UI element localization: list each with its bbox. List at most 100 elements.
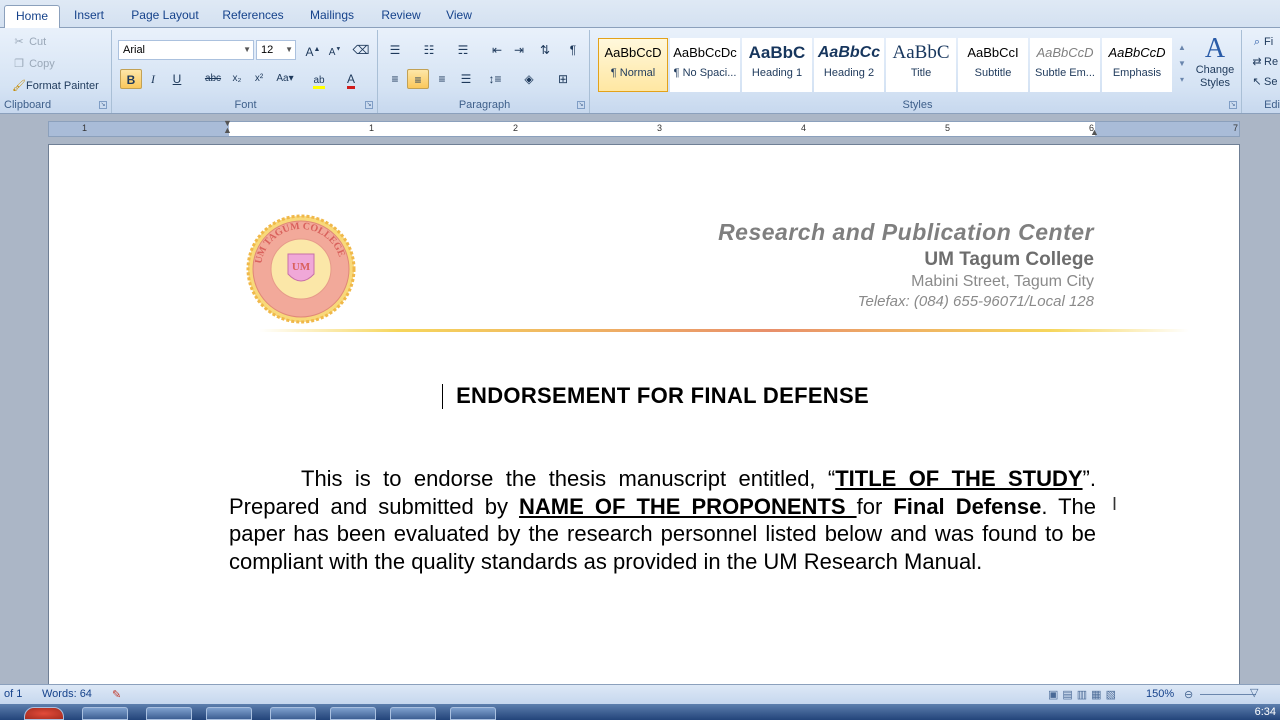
college-seal-logo: UM TAGUM COLLEGE UM bbox=[246, 214, 356, 324]
styles-scroll-button[interactable]: ▲ ▼ ▾ bbox=[1176, 40, 1188, 90]
header-center-name: Research and Publication Center bbox=[718, 219, 1094, 245]
tab-view[interactable]: View bbox=[440, 5, 478, 28]
taskbar-clock[interactable]: 6:34 bbox=[1255, 706, 1276, 718]
chevron-down-icon: ▼ bbox=[243, 45, 251, 54]
format-painter-button[interactable]: 🖌Format Painter bbox=[12, 79, 99, 93]
header-divider bbox=[259, 329, 1189, 332]
zoom-out-icon[interactable]: ⊖ bbox=[1184, 688, 1193, 701]
justify-button[interactable]: ☰ bbox=[455, 69, 477, 89]
copy-button[interactable]: ❐ Copy bbox=[12, 57, 55, 71]
header-college-name: UM Tagum College bbox=[924, 249, 1094, 270]
right-indent-marker[interactable]: ▲ bbox=[1090, 127, 1099, 137]
word-taskbar-icon[interactable] bbox=[330, 707, 376, 720]
tab-insert[interactable]: Insert bbox=[66, 5, 112, 28]
tab-page-layout[interactable]: Page Layout bbox=[126, 5, 204, 28]
status-bar: of 1 Words: 64 ✎ ▣▤▥▦▧ 150% ⊖ ▽ bbox=[0, 684, 1280, 704]
align-center-button[interactable]: ≡ bbox=[407, 69, 429, 89]
zoom-slider-thumb[interactable]: ▽ bbox=[1250, 686, 1258, 699]
ribbon: ✂ Cut ❐ Copy 🖌Format Painter Clipboard ↘… bbox=[0, 28, 1280, 114]
sort-icon: ⇅ bbox=[539, 43, 551, 57]
windows-taskbar: 6:34 bbox=[0, 704, 1280, 720]
zoom-level[interactable]: 150% bbox=[1146, 688, 1174, 700]
strikethrough-button[interactable]: abc bbox=[202, 69, 224, 89]
increase-indent-button[interactable]: ⇥ bbox=[508, 40, 530, 60]
word-count[interactable]: Words: 64 bbox=[42, 688, 92, 700]
highlight-button[interactable]: ab bbox=[308, 69, 330, 89]
style-emphasis[interactable]: AaBbCcD Emphasis bbox=[1102, 38, 1172, 92]
pilcrow-icon: ¶ bbox=[569, 43, 577, 57]
tab-review[interactable]: Review bbox=[376, 5, 426, 28]
style-heading-2[interactable]: AaBbCc Heading 2 bbox=[814, 38, 884, 92]
excel-taskbar-icon[interactable] bbox=[270, 707, 316, 720]
shrink-font-button[interactable]: A▼ bbox=[324, 40, 346, 60]
show-formatting-button[interactable]: ¶ bbox=[562, 40, 584, 60]
horizontal-ruler[interactable]: 1 1 2 3 4 5 6 7 ▼ ▲ ▲ bbox=[0, 118, 1280, 140]
line-spacing-button[interactable]: ↕≡ bbox=[484, 69, 506, 89]
replace-icon: ⇄ bbox=[1252, 56, 1262, 68]
ie-taskbar-icon[interactable] bbox=[146, 707, 192, 720]
paragraph-launcher-button[interactable]: ↘ bbox=[577, 101, 585, 109]
numbering-button[interactable]: ☷ bbox=[418, 40, 440, 60]
subscript-button[interactable]: x₂ bbox=[226, 69, 248, 89]
decrease-indent-button[interactable]: ⇤ bbox=[486, 40, 508, 60]
first-line-indent-marker[interactable]: ▼ ▲ bbox=[223, 119, 232, 135]
multilevel-list-button[interactable]: ☴ bbox=[452, 40, 474, 60]
subscript-icon: x₂ bbox=[232, 73, 242, 84]
style-heading-1[interactable]: AaBbC Heading 1 bbox=[742, 38, 812, 92]
clipboard-launcher-button[interactable]: ↘ bbox=[99, 101, 107, 109]
font-color-button[interactable]: A bbox=[340, 69, 362, 89]
change-styles-button[interactable]: A Change Styles bbox=[1192, 34, 1238, 90]
shading-button[interactable]: ◈ bbox=[518, 69, 540, 89]
tab-home[interactable]: Home bbox=[4, 5, 60, 29]
grow-font-icon: A▲ bbox=[305, 45, 321, 59]
sort-button[interactable]: ⇅ bbox=[534, 40, 556, 60]
styles-label: Styles bbox=[902, 99, 933, 111]
bold-icon: B bbox=[126, 73, 136, 87]
zoom-slider[interactable] bbox=[1200, 694, 1256, 695]
binoculars-icon: ⌕ bbox=[1253, 36, 1261, 48]
underline-button[interactable]: U bbox=[166, 69, 188, 89]
ibeam-cursor-icon: I bbox=[1112, 494, 1118, 514]
font-launcher-button[interactable]: ↘ bbox=[365, 101, 373, 109]
view-buttons[interactable]: ▣▤▥▦▧ bbox=[1048, 688, 1120, 701]
grow-font-button[interactable]: A▲ bbox=[302, 40, 324, 60]
bold-button[interactable]: B bbox=[120, 69, 142, 89]
proofing-icon[interactable]: ✎ bbox=[112, 688, 121, 701]
bullets-button[interactable]: ☰ bbox=[384, 40, 406, 60]
change-case-button[interactable]: Aa▾ bbox=[274, 69, 296, 89]
clear-formatting-button[interactable]: ⌫ bbox=[350, 40, 372, 60]
study-title-placeholder: TITLE OF THE STUDY bbox=[835, 466, 1083, 491]
recorder-taskbar-icon[interactable] bbox=[390, 707, 436, 720]
style-subtle-emphasis[interactable]: AaBbCcD Subtle Em... bbox=[1030, 38, 1100, 92]
superscript-button[interactable]: x² bbox=[248, 69, 270, 89]
align-right-button[interactable]: ≡ bbox=[431, 69, 453, 89]
chrome-taskbar-icon[interactable] bbox=[24, 707, 64, 720]
strikethrough-icon: abc bbox=[204, 73, 222, 84]
style-title[interactable]: AaBbC Title bbox=[886, 38, 956, 92]
editing-group: ⌕ Fi ⇄ Re ↖ Se Edi bbox=[1246, 30, 1280, 113]
font-name-combo[interactable]: Arial ▼ bbox=[118, 40, 254, 60]
tab-references[interactable]: References bbox=[218, 5, 288, 28]
text-cursor bbox=[442, 384, 443, 409]
select-button[interactable]: ↖ Se bbox=[1250, 75, 1277, 89]
font-size-combo[interactable]: 12 ▼ bbox=[256, 40, 296, 60]
find-button[interactable]: ⌕ Fi bbox=[1250, 35, 1273, 49]
replace-button[interactable]: ⇄ Re bbox=[1250, 55, 1278, 69]
paragraph-group: ☰ ☷ ☴ ⇤ ⇥ ⇅ ¶ ≡ ≡ ≡ ☰ ↕≡ ◈ ⊞ Paragraph ↘ bbox=[380, 30, 590, 113]
align-left-button[interactable]: ≡ bbox=[384, 69, 406, 89]
italic-button[interactable]: I bbox=[142, 69, 164, 89]
borders-button[interactable]: ⊞ bbox=[552, 69, 574, 89]
explorer-taskbar-icon[interactable] bbox=[82, 707, 128, 720]
page-count[interactable]: of 1 bbox=[4, 688, 22, 700]
align-left-icon: ≡ bbox=[391, 72, 399, 86]
media-taskbar-icon[interactable] bbox=[206, 707, 252, 720]
style-no-spacing[interactable]: AaBbCcDc ¶ No Spaci... bbox=[670, 38, 740, 92]
app-taskbar-icon[interactable] bbox=[450, 707, 496, 720]
style-subtitle[interactable]: AaBbCcI Subtitle bbox=[958, 38, 1028, 92]
style-normal[interactable]: AaBbCcD ¶ Normal bbox=[598, 38, 668, 92]
line-spacing-icon: ↕≡ bbox=[488, 72, 502, 86]
document-page[interactable]: UM TAGUM COLLEGE UM Research and Publica… bbox=[48, 144, 1240, 684]
tab-mailings[interactable]: Mailings bbox=[302, 5, 362, 28]
cut-button[interactable]: ✂ Cut bbox=[12, 35, 46, 49]
styles-launcher-button[interactable]: ↘ bbox=[1229, 101, 1237, 109]
